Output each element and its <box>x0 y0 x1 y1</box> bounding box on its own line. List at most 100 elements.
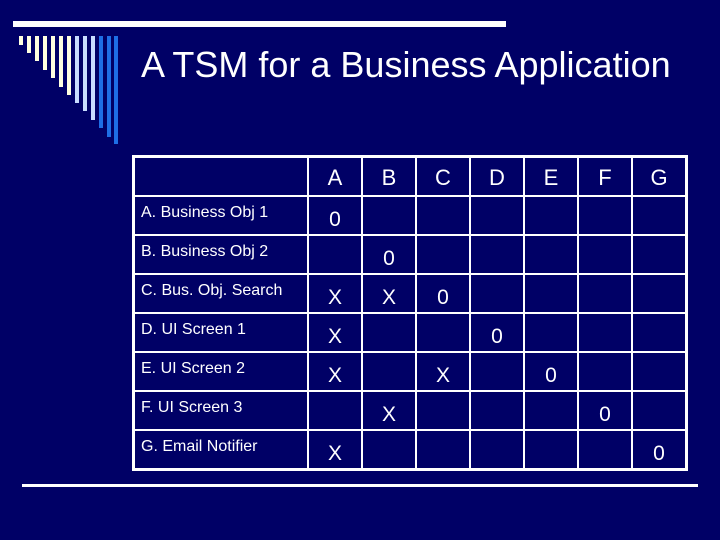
decorative-bar <box>75 36 79 103</box>
matrix-value: X <box>381 403 396 426</box>
matrix-cell <box>361 312 417 353</box>
matrix-value <box>633 236 685 248</box>
matrix-cell: 0 <box>307 195 363 236</box>
matrix-value <box>579 431 631 443</box>
matrix-value <box>363 353 415 365</box>
matrix-cell <box>631 351 688 392</box>
matrix-cell <box>631 234 688 275</box>
matrix-value <box>309 236 361 248</box>
matrix-cell <box>577 195 633 236</box>
row-label: D. UI Screen 1 <box>141 321 246 338</box>
matrix-value: 0 <box>599 403 611 426</box>
matrix-cell <box>415 312 471 353</box>
matrix-cell <box>307 234 363 275</box>
matrix-cell: X <box>415 351 471 392</box>
matrix-value <box>417 197 469 209</box>
matrix-value: X <box>381 286 396 309</box>
matrix-value <box>525 236 577 248</box>
matrix-cell: 0 <box>577 390 633 431</box>
matrix-value: 0 <box>437 286 449 309</box>
matrix-cell: 0 <box>523 351 579 392</box>
matrix-value <box>579 197 631 209</box>
matrix-value <box>417 236 469 248</box>
matrix-value: X <box>435 364 450 387</box>
column-header: G <box>631 155 688 197</box>
decorative-bar <box>51 36 55 78</box>
matrix-cell <box>523 390 579 431</box>
table-row: B. Business Obj 2 0 <box>132 234 688 275</box>
matrix-value <box>525 275 577 287</box>
matrix-cell <box>469 195 525 236</box>
matrix-cell <box>577 312 633 353</box>
matrix-cell: X <box>307 312 363 353</box>
matrix-cell: 0 <box>469 312 525 353</box>
matrix-value: 0 <box>545 364 557 387</box>
matrix-cell: X <box>361 273 417 314</box>
row-label-cell: C. Bus. Obj. Search <box>132 273 309 314</box>
matrix-value <box>417 392 469 404</box>
row-label-cell: B. Business Obj 2 <box>132 234 309 275</box>
table-row: F. UI Screen 3 X 0 <box>132 390 688 431</box>
row-label-cell: F. UI Screen 3 <box>132 390 309 431</box>
matrix-cell <box>307 390 363 431</box>
matrix-value <box>525 392 577 404</box>
matrix-value <box>363 314 415 326</box>
table-row: C. Bus. Obj. Search X X 0 <box>132 273 688 314</box>
decorative-bar <box>59 36 63 87</box>
slide-title: A TSM for a Business Application <box>141 44 671 85</box>
matrix-cell: 0 <box>415 273 471 314</box>
matrix-value <box>633 314 685 326</box>
matrix-value: X <box>327 325 342 348</box>
row-label-cell: D. UI Screen 1 <box>132 312 309 353</box>
column-header: C <box>415 155 471 197</box>
matrix-cell <box>415 234 471 275</box>
matrix-value: 0 <box>329 208 341 231</box>
matrix-value <box>579 236 631 248</box>
bottom-rule <box>22 484 698 487</box>
row-label: G. Email Notifier <box>141 438 258 455</box>
matrix-cell <box>415 429 471 471</box>
corner-cell <box>132 155 309 197</box>
column-header: A <box>307 155 363 197</box>
row-label-cell: A. Business Obj 1 <box>132 195 309 236</box>
matrix-cell <box>469 273 525 314</box>
decorative-bar <box>19 36 23 45</box>
row-label-cell: E. UI Screen 2 <box>132 351 309 392</box>
matrix-value <box>309 392 361 404</box>
matrix-cell <box>631 312 688 353</box>
matrix-value <box>471 392 523 404</box>
matrix-value: X <box>327 364 342 387</box>
matrix-value: 0 <box>383 247 395 270</box>
matrix-value <box>633 275 685 287</box>
matrix-cell <box>361 351 417 392</box>
decorative-bar <box>114 36 118 144</box>
matrix-value <box>633 353 685 365</box>
matrix-value <box>417 314 469 326</box>
matrix-cell <box>523 273 579 314</box>
matrix-value: X <box>327 286 342 309</box>
tsm-table: ABCDEFG A. Business Obj 1 0 B. Business Ob… <box>132 155 688 471</box>
matrix-cell: 0 <box>361 234 417 275</box>
decorative-bar <box>35 36 39 61</box>
matrix-cell <box>469 234 525 275</box>
matrix-value <box>579 314 631 326</box>
matrix-cell <box>469 429 525 471</box>
matrix-value <box>633 197 685 209</box>
matrix-value <box>471 431 523 443</box>
matrix-value <box>633 392 685 404</box>
column-header-label: B <box>381 165 397 190</box>
matrix-cell <box>523 234 579 275</box>
matrix-cell <box>415 195 471 236</box>
matrix-value <box>525 314 577 326</box>
matrix-cell <box>469 390 525 431</box>
column-header: D <box>469 155 525 197</box>
top-rule <box>13 21 506 27</box>
row-label: B. Business Obj 2 <box>141 243 269 260</box>
column-header: B <box>361 155 417 197</box>
matrix-value <box>363 431 415 443</box>
matrix-cell <box>361 195 417 236</box>
row-label: C. Bus. Obj. Search <box>141 282 283 299</box>
column-header: F <box>577 155 633 197</box>
matrix-cell <box>523 312 579 353</box>
matrix-value <box>579 275 631 287</box>
